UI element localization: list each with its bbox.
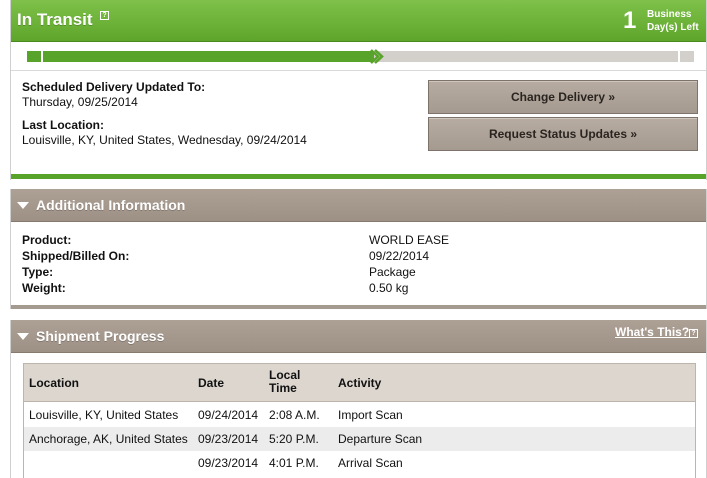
status-card-bottom-border	[11, 174, 706, 179]
chevron-right-icon	[369, 49, 384, 64]
additional-information-section: Additional Information Product: WORLD EA…	[10, 189, 707, 309]
row-time: 5:20 P.M.	[269, 432, 319, 446]
product-label: Product:	[22, 233, 72, 247]
shipment-progress-table: Location Date Local Time Activity Louisv…	[23, 363, 696, 478]
shipped-billed-value: 09/22/2014	[369, 249, 430, 263]
additional-information-title: Additional Information	[36, 197, 186, 213]
scheduled-delivery-label: Scheduled Delivery Updated To:	[22, 80, 206, 94]
request-status-updates-button[interactable]: Request Status Updates »	[428, 117, 698, 151]
column-header-local-time: Local Time	[269, 369, 300, 395]
last-location-label: Last Location:	[22, 118, 105, 132]
table-row: Louisville, KY, United States 09/24/2014…	[24, 403, 695, 427]
days-left-label: Business Day(s) Left	[647, 8, 699, 34]
last-location-value: Louisville, KY, United States, Wednesday…	[22, 133, 307, 147]
additional-information-header[interactable]: Additional Information	[11, 189, 706, 222]
shipped-billed-label: Shipped/Billed On:	[22, 249, 130, 263]
status-title: In Transit	[17, 10, 93, 29]
triangle-down-icon[interactable]	[17, 202, 29, 209]
status-header-bar: In Transit ? 1 Business Day(s) Left	[11, 0, 706, 42]
column-header-location: Location	[29, 376, 79, 390]
days-left-count: 1	[623, 7, 637, 34]
shipment-progress-section: Shipment Progress What's This? ? Locatio…	[10, 320, 707, 478]
days-left-label-line2: Day(s) Left	[647, 22, 699, 33]
table-row: 09/23/2014 4:01 P.M. Arrival Scan	[24, 451, 695, 475]
section-bottom-border	[11, 305, 706, 309]
shipment-progress-title: Shipment Progress	[36, 328, 165, 344]
progress-start-marker	[41, 51, 43, 62]
triangle-down-icon[interactable]	[17, 333, 29, 340]
row-location: Louisville, KY, United States	[29, 408, 179, 422]
divider	[11, 70, 706, 71]
table-row: Anchorage, AK, United States 09/23/2014 …	[24, 427, 695, 451]
column-header-activity: Activity	[338, 376, 382, 390]
type-value: Package	[369, 265, 416, 279]
table-header: Location Date Local Time Activity	[24, 364, 695, 402]
row-activity: Arrival Scan	[338, 456, 403, 470]
whats-this-link[interactable]: What's This?	[615, 325, 689, 339]
row-time: 4:01 P.M.	[269, 456, 319, 470]
row-date: 09/23/2014	[198, 456, 259, 470]
row-activity: Departure Scan	[338, 432, 423, 446]
row-activity: Import Scan	[338, 408, 403, 422]
scheduled-delivery-value: Thursday, 09/25/2014	[22, 95, 138, 109]
type-label: Type:	[22, 265, 54, 279]
help-icon[interactable]: ?	[689, 329, 698, 338]
row-date: 09/24/2014	[198, 408, 259, 422]
column-header-local-time-line2: Time	[269, 381, 297, 395]
status-card: In Transit ? 1 Business Day(s) Left Sche…	[10, 0, 707, 180]
row-date: 09/23/2014	[198, 432, 259, 446]
row-location: Anchorage, AK, United States	[29, 432, 188, 446]
delivery-progress-bar	[27, 49, 694, 64]
product-value: WORLD EASE	[369, 233, 450, 247]
weight-value: 0.50 kg	[369, 281, 409, 295]
column-header-date: Date	[198, 376, 225, 390]
row-time: 2:08 A.M.	[269, 408, 320, 422]
shipment-progress-header[interactable]: Shipment Progress What's This? ?	[11, 320, 706, 353]
days-left-label-line1: Business	[647, 9, 692, 20]
progress-end-marker	[678, 51, 680, 62]
change-delivery-button[interactable]: Change Delivery »	[428, 80, 698, 114]
delivery-progress-fill	[27, 51, 374, 62]
help-icon[interactable]: ?	[100, 11, 109, 20]
weight-label: Weight:	[22, 281, 66, 295]
